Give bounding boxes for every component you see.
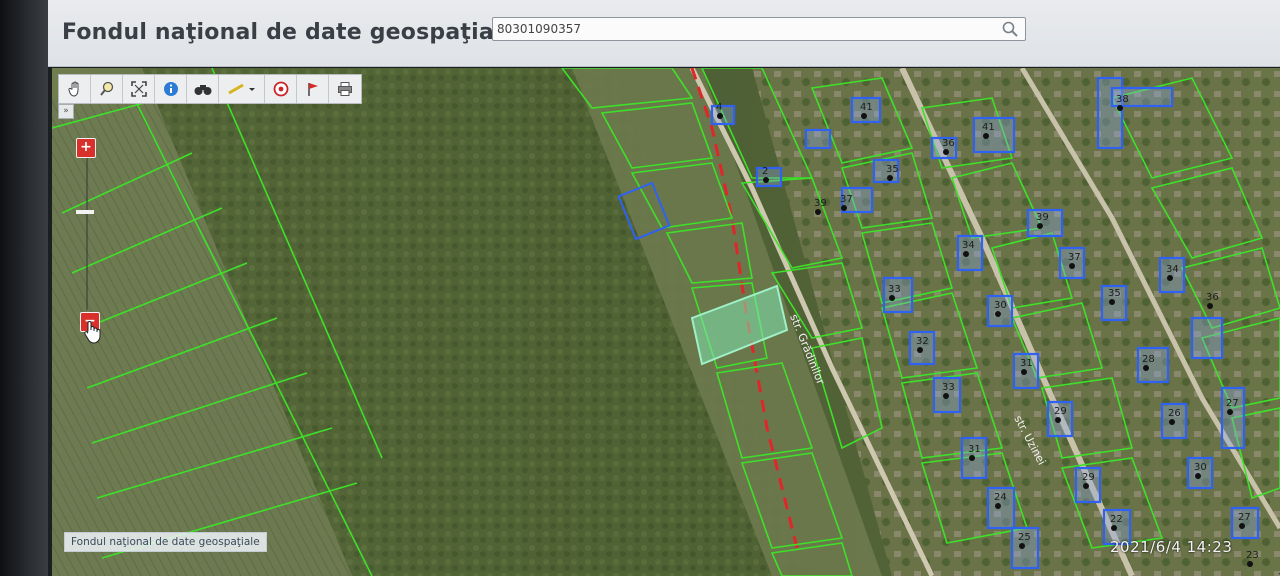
- find-tool[interactable]: [187, 75, 219, 103]
- house-marker: [983, 133, 989, 139]
- house-number-label: 34: [962, 240, 975, 251]
- flag-icon: [307, 83, 318, 96]
- zoom-slider-track[interactable]: [86, 158, 88, 310]
- house-marker: [1239, 523, 1245, 529]
- house-number-label: 39: [1036, 212, 1049, 223]
- house-marker: [1169, 419, 1175, 425]
- print-icon: [338, 82, 352, 96]
- house-marker: [815, 209, 821, 215]
- house-marker: [1055, 417, 1061, 423]
- hand-cursor-icon: [84, 321, 101, 344]
- app-header: Fondul naţional de date geospaţiale: [48, 0, 1280, 67]
- house-marker: [887, 175, 893, 181]
- house-number-label: 36: [1206, 292, 1219, 303]
- house-number-label: 24: [994, 492, 1007, 503]
- house-number-label: 27: [1226, 398, 1239, 409]
- house-number-label: 29: [1082, 472, 1095, 483]
- house-number-label: 41: [982, 122, 995, 133]
- search-input[interactable]: [497, 20, 987, 38]
- map-attribution: Fondul naţional de date geospaţiale: [64, 532, 267, 552]
- house-marker: [1019, 543, 1025, 549]
- house-number-label: 2: [762, 166, 768, 177]
- flag-tool[interactable]: [297, 75, 329, 103]
- house-marker: [1117, 105, 1123, 111]
- full-extent-icon: [130, 81, 147, 97]
- house-number-label: 41: [860, 102, 873, 113]
- house-marker: [969, 455, 975, 461]
- house-marker: [917, 347, 923, 353]
- house-number-label: 30: [994, 300, 1007, 311]
- target-tool[interactable]: [265, 75, 297, 103]
- house-marker: [1037, 223, 1043, 229]
- house-marker: [995, 503, 1001, 509]
- house-number-label: 25: [1018, 532, 1031, 543]
- house-number-label: 23: [1246, 550, 1259, 561]
- house-marker: [861, 113, 867, 119]
- house-number-label: 33: [942, 382, 955, 393]
- house-number-label: 4: [716, 102, 722, 113]
- house-number-label: 35: [1108, 288, 1121, 299]
- house-marker: [963, 251, 969, 257]
- house-number-label: 36: [942, 138, 955, 149]
- house-number-label: 39: [814, 198, 827, 209]
- info-icon: [163, 82, 178, 96]
- house-marker: [1227, 409, 1233, 415]
- zoom-box-icon: [99, 81, 113, 96]
- house-number-label: 30: [1194, 462, 1207, 473]
- search-icon[interactable]: [1001, 20, 1019, 38]
- house-marker: [717, 113, 723, 119]
- house-number-label: 28: [1142, 354, 1155, 365]
- zoom-in-button[interactable]: +: [76, 138, 96, 158]
- house-marker: [1021, 369, 1027, 375]
- info-tool[interactable]: [155, 75, 187, 103]
- zoom-slider-handle[interactable]: [76, 210, 94, 214]
- pan-tool[interactable]: [59, 75, 91, 103]
- house-marker: [995, 311, 1001, 317]
- house-number-label: 37: [840, 194, 853, 205]
- page-title: Fondul naţional de date geospaţiale: [62, 20, 517, 45]
- search-box[interactable]: [492, 17, 1026, 41]
- house-number-label: 22: [1110, 514, 1123, 525]
- zoom-box-tool[interactable]: [91, 75, 123, 103]
- house-number-label: 26: [1168, 408, 1181, 419]
- binoculars-icon: [194, 85, 211, 95]
- house-number-label: 35: [886, 164, 899, 175]
- measure-icon: [227, 83, 255, 95]
- house-marker: [1143, 365, 1149, 371]
- house-number-label: 31: [968, 444, 981, 455]
- pan-icon: [67, 81, 78, 97]
- house-number-label: 27: [1238, 512, 1251, 523]
- house-marker: [1207, 303, 1213, 309]
- house-marker: [1069, 263, 1075, 269]
- house-marker: [1109, 299, 1115, 305]
- house-number-label: 29: [1054, 406, 1067, 417]
- target-icon: [273, 81, 288, 97]
- collapse-panel-button[interactable]: »: [58, 104, 74, 119]
- house-marker: [943, 149, 949, 155]
- house-marker: [1247, 561, 1253, 567]
- house-marker: [1083, 483, 1089, 489]
- measure-tool[interactable]: [219, 75, 265, 103]
- print-tool[interactable]: [329, 75, 361, 103]
- house-number-label: 37: [1068, 252, 1081, 263]
- house-number-label: 34: [1166, 264, 1179, 275]
- house-marker: [841, 205, 847, 211]
- house-marker: [1167, 275, 1173, 281]
- map-view[interactable]: 4 2 39 41 35 37 36 41 38 34 39 37 33 30 35 36 34 32 31 28 33…: [52, 68, 1280, 576]
- monitor-bezel: [0, 0, 48, 576]
- map-canvas[interactable]: 4 2 39 41 35 37 36 41 38 34 39 37 33 30 35 36 34 32 31 28 33…: [52, 68, 1280, 576]
- house-marker: [889, 295, 895, 301]
- house-marker: [1195, 473, 1201, 479]
- map-toolbar: [58, 74, 362, 104]
- house-number-label: 38: [1116, 94, 1129, 105]
- house-marker: [763, 177, 769, 183]
- house-number-label: 33: [888, 284, 901, 295]
- house-marker: [1111, 525, 1117, 531]
- house-marker: [943, 393, 949, 399]
- house-number-label: 32: [916, 336, 929, 347]
- photo-timestamp: 2021/6/4 14:23: [1110, 538, 1233, 556]
- full-extent-tool[interactable]: [123, 75, 155, 103]
- house-number-label: 31: [1020, 358, 1033, 369]
